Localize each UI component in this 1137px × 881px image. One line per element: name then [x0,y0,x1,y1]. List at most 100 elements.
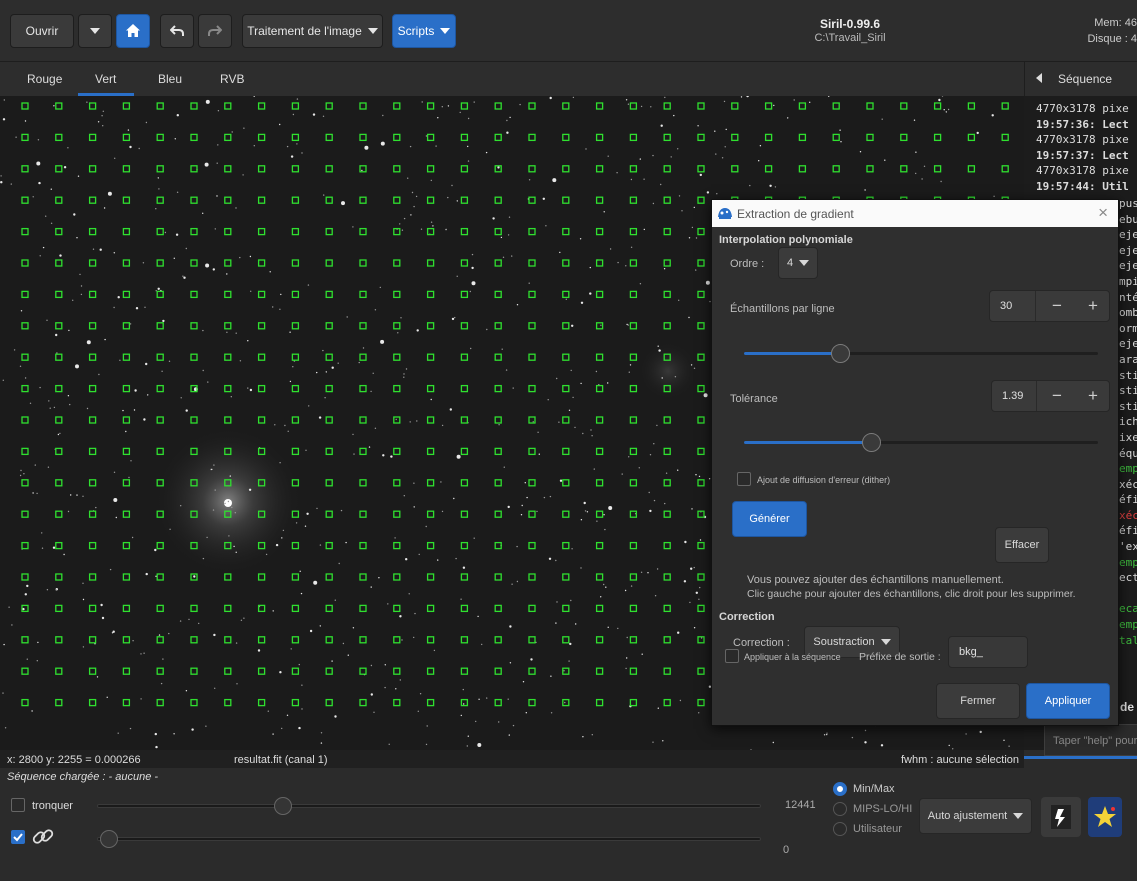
star [281,727,283,730]
apply-sequence-checkbox[interactable] [725,649,739,663]
star [352,433,354,436]
star [331,366,334,369]
star [226,273,228,275]
star [63,553,65,556]
star [629,364,632,366]
star [684,540,687,544]
star [41,532,43,534]
star [213,464,215,466]
tolerance-slider-handle[interactable] [862,433,882,452]
generate-button[interactable]: Générer [732,501,807,537]
order-select[interactable]: 4 [778,247,818,279]
samples-decrement-button[interactable]: − [1042,296,1072,316]
star [34,464,36,466]
low-value: 0 [783,844,790,856]
star [501,348,503,350]
high-slider-track[interactable] [97,804,761,808]
photometry-button[interactable] [1088,797,1122,837]
filename-label: resultat.fit (canal 1) [234,754,328,766]
undo-button[interactable] [160,14,194,48]
apply-button[interactable]: Appliquer [1026,683,1110,719]
close-button[interactable]: Fermer [936,683,1020,719]
collapse-arrow-icon[interactable] [1036,73,1042,83]
star [652,154,654,157]
star [113,471,116,473]
star [477,615,479,618]
star [773,104,775,107]
star [96,676,99,678]
open-dropdown-button[interactable] [78,14,112,48]
star [616,172,618,174]
samples-slider[interactable] [744,344,1098,363]
spinner-divider [1036,381,1037,411]
star [425,135,428,137]
star [639,158,641,160]
home-button[interactable] [116,14,150,48]
star [864,729,867,732]
star [617,261,619,264]
star [449,408,452,411]
samples-increment-button[interactable]: + [1078,296,1108,316]
star [593,468,595,470]
star [323,194,325,196]
star [29,402,32,404]
star [640,105,643,108]
close-icon[interactable]: × [1098,203,1108,223]
open-button[interactable]: Ouvrir [10,14,74,48]
tolerance-decrement-button[interactable]: − [1042,386,1072,406]
samples-spinner[interactable]: 30 − + [989,290,1110,322]
star [552,178,557,183]
link-checkbox[interactable] [11,830,25,844]
radio-user[interactable] [833,822,847,836]
star [628,456,630,458]
tab-green[interactable]: Vert [95,72,116,86]
star [113,306,115,309]
prefix-input[interactable]: bkg_ [948,636,1028,668]
star [589,292,592,295]
star [279,671,282,674]
star [42,246,45,249]
chevron-down-icon [90,28,100,34]
sequence-panel-tab[interactable]: Séquence [1024,62,1137,96]
cursor-coordinates: x: 2800 y: 2255 = 0.000266 [7,754,141,766]
star [677,469,679,471]
star [394,537,396,539]
samples-slider-handle[interactable] [830,344,850,363]
high-slider-handle[interactable] [273,797,292,815]
star [145,362,148,366]
tolerance-increment-button[interactable]: + [1078,386,1108,406]
star [451,184,453,187]
star [693,367,696,369]
low-slider-track[interactable] [97,837,761,841]
star [224,502,226,505]
clear-button[interactable]: Effacer [995,527,1049,563]
tolerance-spinner[interactable]: 1.39 − + [991,380,1110,412]
star [290,155,294,158]
tab-red[interactable]: Rouge [27,72,62,86]
star [437,117,439,119]
star [298,726,301,730]
auto-adjust-menu[interactable]: Auto ajustement [919,798,1032,834]
tolerance-slider[interactable] [744,433,1098,452]
image-processing-menu[interactable]: Traitement de l'image [242,14,383,48]
star [441,424,444,427]
star [130,460,132,462]
tab-rgb[interactable]: RVB [220,72,244,86]
redo-button[interactable] [198,14,232,48]
console-line: éfi [1119,524,1137,538]
low-slider-handle[interactable] [100,830,118,848]
tab-blue[interactable]: Bleu [158,72,182,86]
radio-mips[interactable] [833,802,847,816]
star [679,699,682,702]
console-line: équ [1119,446,1137,460]
tolerance-value: 1.39 [1002,390,1024,402]
crop-checkbox[interactable] [11,798,25,812]
star [113,498,118,502]
histogram-button[interactable] [1041,797,1081,837]
console-accent-bar [1024,756,1137,759]
dither-checkbox[interactable] [737,472,751,486]
command-input[interactable]: Taper "help" pour [1044,724,1137,756]
radio-minmax[interactable] [833,782,847,796]
star [945,111,947,113]
scripts-menu[interactable]: Scripts [392,14,456,48]
